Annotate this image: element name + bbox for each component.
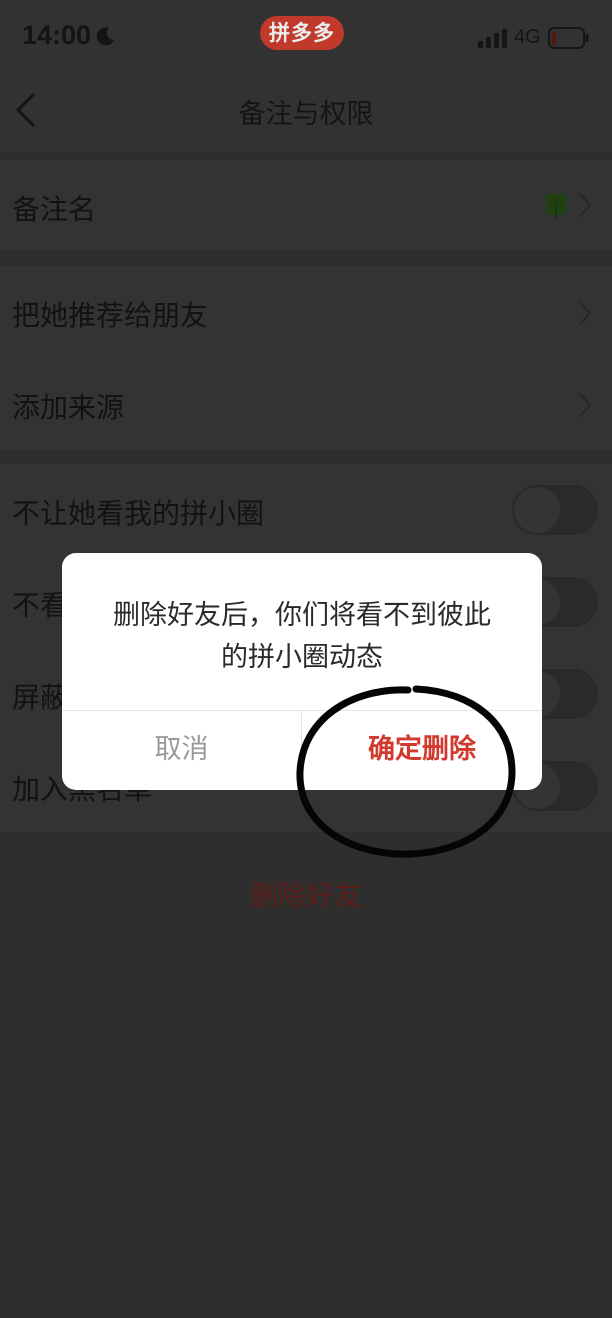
signal-icon [478, 29, 507, 48]
list-item-label: 备注名 [12, 193, 97, 226]
nav-bar: 备注与权限 [0, 76, 612, 152]
status-time: 14:00 [22, 20, 92, 50]
dialog-message-line: 删除好友后，你们将看不到彼此 [113, 600, 491, 631]
list-item-label: 屏蔽 [12, 681, 69, 714]
cancel-button[interactable]: 取消 [62, 710, 301, 790]
dialog-message-line: 的拼小圈动态 [221, 642, 383, 673]
dialog-message: 删除好友后，你们将看不到彼此 的拼小圈动态 [82, 595, 522, 679]
moon-icon [96, 27, 114, 46]
network-label: 4G [514, 26, 541, 48]
delete-friend-button[interactable]: 删除好友 [0, 874, 612, 914]
chevron-right-icon [579, 193, 592, 217]
list-item-hide-circle: 不让她看我的拼小圈 [0, 464, 612, 556]
toggle-switch[interactable] [512, 485, 598, 535]
chevron-right-icon [579, 393, 592, 417]
list-item-label: 不看 [12, 589, 69, 622]
toggle-knob [514, 487, 560, 533]
battery-icon [548, 27, 589, 49]
app-badge: 拼多多 [260, 16, 344, 50]
list-item-label: 添加来源 [12, 391, 125, 424]
page-title: 备注与权限 [238, 99, 374, 130]
clover-icon [545, 193, 567, 218]
list-item-recommend[interactable]: 把她推荐给朋友 [0, 266, 612, 358]
list-item-label: 把她推荐给朋友 [12, 299, 209, 332]
chevron-right-icon [579, 301, 592, 325]
confirm-dialog: 删除好友后，你们将看不到彼此 的拼小圈动态 取消 确定删除 [62, 553, 542, 790]
list-item-source[interactable]: 添加来源 [0, 358, 612, 450]
list-item-remark-name[interactable]: 备注名 [0, 160, 612, 250]
confirm-delete-button[interactable]: 确定删除 [302, 710, 542, 790]
status-bar: 14:00 拼多多 4G [0, 0, 612, 76]
list-item-label: 不让她看我的拼小圈 [12, 497, 265, 530]
screen: 14:00 拼多多 4G 备注与权限 备注名 把她推荐给朋友 添加来源 不让她看… [0, 0, 612, 1318]
